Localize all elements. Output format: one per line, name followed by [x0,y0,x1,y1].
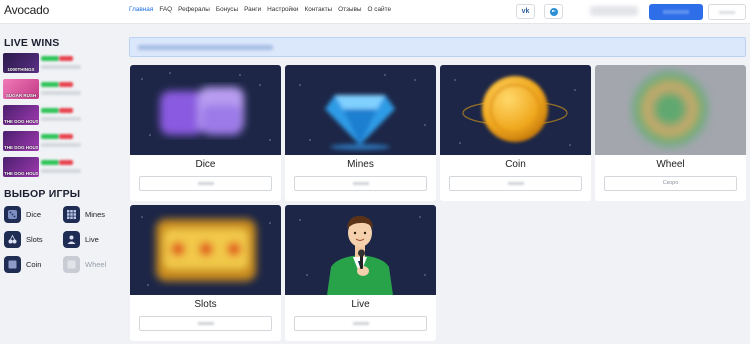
person-icon [63,230,80,248]
game-thumbnail[interactable]: THE DOG HOUSE [3,157,39,177]
game-thumbnail[interactable]: THE DOG HOUSE [3,105,39,125]
game-select-title: ВЫБОР ИГРЫ [4,188,81,200]
game-label: Mines [85,209,106,219]
nav-about[interactable]: О сайте [368,6,391,13]
card-title: Dice [195,159,216,170]
game-link-coin[interactable]: Coin [4,255,41,273]
card-title: Slots [194,299,217,310]
wheel-image [595,65,746,155]
nav-ranks[interactable]: Ранги [244,6,261,13]
grid-icon [63,205,80,223]
game-thumbnail[interactable]: SUGAR RUSH [3,79,39,99]
card-title: Live [351,299,370,310]
coin-image [440,65,591,155]
nav-reviews[interactable]: Отзывы [338,6,361,13]
game-link-dice[interactable]: Dice [4,205,41,223]
game-card-live[interactable]: Live [285,205,436,341]
card-title: Coin [505,159,526,170]
game-link-slots[interactable]: Slots [4,230,43,248]
play-button[interactable] [449,176,582,191]
game-thumbnail[interactable]: THE DOG HOUSE [3,131,39,151]
primary-action-button[interactable] [649,4,703,20]
play-button[interactable] [139,316,272,331]
play-button[interactable] [294,176,427,191]
dice-image [130,65,281,155]
live-win-item: 1000THINGS [3,53,103,73]
announcement-banner [129,37,746,57]
play-button[interactable] [139,176,272,191]
diamond-image [285,65,436,155]
game-link-wheel[interactable]: Wheel [63,255,106,273]
logo[interactable]: Avocado [4,3,49,17]
slots-image [130,205,281,295]
game-card-dice[interactable]: Dice [130,65,281,201]
game-label: Coin [26,259,42,269]
game-label: Wheel [85,259,107,269]
telegram-icon [549,7,558,16]
game-label: Dice [26,209,42,219]
game-label: Live [85,234,99,244]
nav-referrals[interactable]: Рефералы [178,6,210,13]
nav-settings[interactable]: Настройки [267,6,298,13]
wheel-icon [63,255,80,273]
top-header: Avocado Главная FAQ Рефералы Бонусы Ранг… [0,0,750,24]
game-card-coin[interactable]: Coin [440,65,591,201]
game-card-slots[interactable]: Slots [130,205,281,341]
live-win-item: THE DOG HOUSE [3,105,103,125]
main-nav: Главная FAQ Рефералы Бонусы Ранги Настро… [129,6,397,13]
coming-soon-button[interactable]: Скоро [604,176,737,191]
card-title: Wheel [656,159,685,170]
vk-button[interactable]: vk [516,4,535,19]
game-card-wheel[interactable]: Wheel Скоро [595,65,746,201]
vk-icon: vk [521,8,530,15]
cherry-icon [4,230,21,248]
nav-contacts[interactable]: Контакты [305,6,333,13]
live-win-item: THE DOG HOUSE [3,131,103,151]
live-win-item: SUGAR RUSH [3,79,103,99]
play-button[interactable] [294,316,427,331]
nav-faq[interactable]: FAQ [159,6,172,13]
host-image [285,205,436,295]
game-thumbnail[interactable]: 1000THINGS [3,53,39,73]
secondary-action-button[interactable] [708,4,746,20]
dice-icon [4,205,21,223]
user-info [590,6,638,16]
coin-icon [4,255,21,273]
game-card-mines[interactable]: Mines [285,65,436,201]
game-link-live[interactable]: Live [63,230,99,248]
nav-bonuses[interactable]: Бонусы [216,6,238,13]
game-link-mines[interactable]: Mines [63,205,105,223]
game-label: Slots [26,234,43,244]
card-title: Mines [347,159,374,170]
nav-home[interactable]: Главная [129,6,153,13]
telegram-button[interactable] [544,4,563,19]
live-win-item: THE DOG HOUSE [3,157,103,177]
live-wins-title: LIVE WINS [4,37,60,49]
